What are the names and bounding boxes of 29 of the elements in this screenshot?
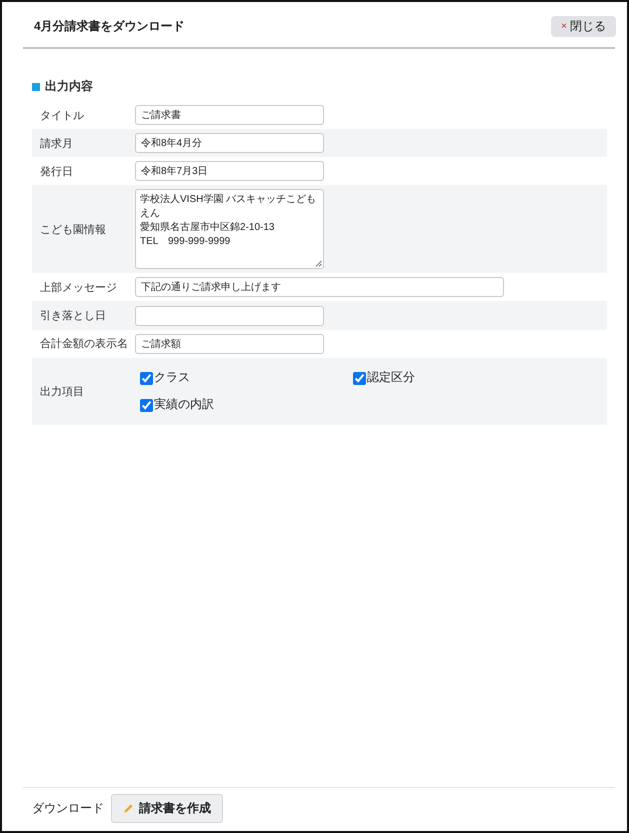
dialog-title: 4月分請求書をダウンロード xyxy=(34,18,185,35)
checkbox-label[interactable]: 認定区分 xyxy=(367,369,415,386)
download-label: ダウンロード xyxy=(32,800,104,817)
checkbox[interactable] xyxy=(353,372,366,385)
text-field[interactable]: 下記の通りご請求申し上げます xyxy=(135,277,504,297)
text-field[interactable]: ご請求額 xyxy=(135,334,324,354)
text-field[interactable]: ご請求書 xyxy=(135,105,324,125)
text-field[interactable] xyxy=(135,306,324,326)
textarea-field[interactable]: 学校法人VISH学園 バスキャッチこどもえん 愛知県名古屋市中区錦2-10-13 TEL 999-999-9999 xyxy=(135,189,324,269)
field-label: こども園情報 xyxy=(39,222,107,236)
checkbox-label[interactable]: 実績の内訳 xyxy=(154,396,214,413)
field-label: 上部メッセージ xyxy=(39,280,118,294)
field-label: 出力項目 xyxy=(39,384,85,398)
square-bullet-icon xyxy=(32,82,40,90)
field-label: 合計金額の表示名 xyxy=(39,336,129,351)
checkbox-label[interactable]: クラス xyxy=(154,369,190,386)
section-heading: 出力内容 xyxy=(45,78,93,95)
field-label: 請求月 xyxy=(39,136,74,150)
field-label: 発行日 xyxy=(39,164,74,178)
text-field[interactable]: 令和8年7月3日 xyxy=(135,161,324,181)
create-invoice-button[interactable]: 請求書を作成 xyxy=(111,794,223,823)
close-button[interactable]: × 閉じる xyxy=(551,16,616,37)
field-label: 引き落とし日 xyxy=(39,308,107,323)
pencil-icon xyxy=(122,802,134,814)
checkbox[interactable] xyxy=(140,372,153,385)
field-label: タイトル xyxy=(39,108,85,122)
checkbox[interactable] xyxy=(140,399,153,412)
text-field[interactable]: 令和8年4月分 xyxy=(135,133,324,153)
resize-grip-icon[interactable] xyxy=(315,260,322,267)
